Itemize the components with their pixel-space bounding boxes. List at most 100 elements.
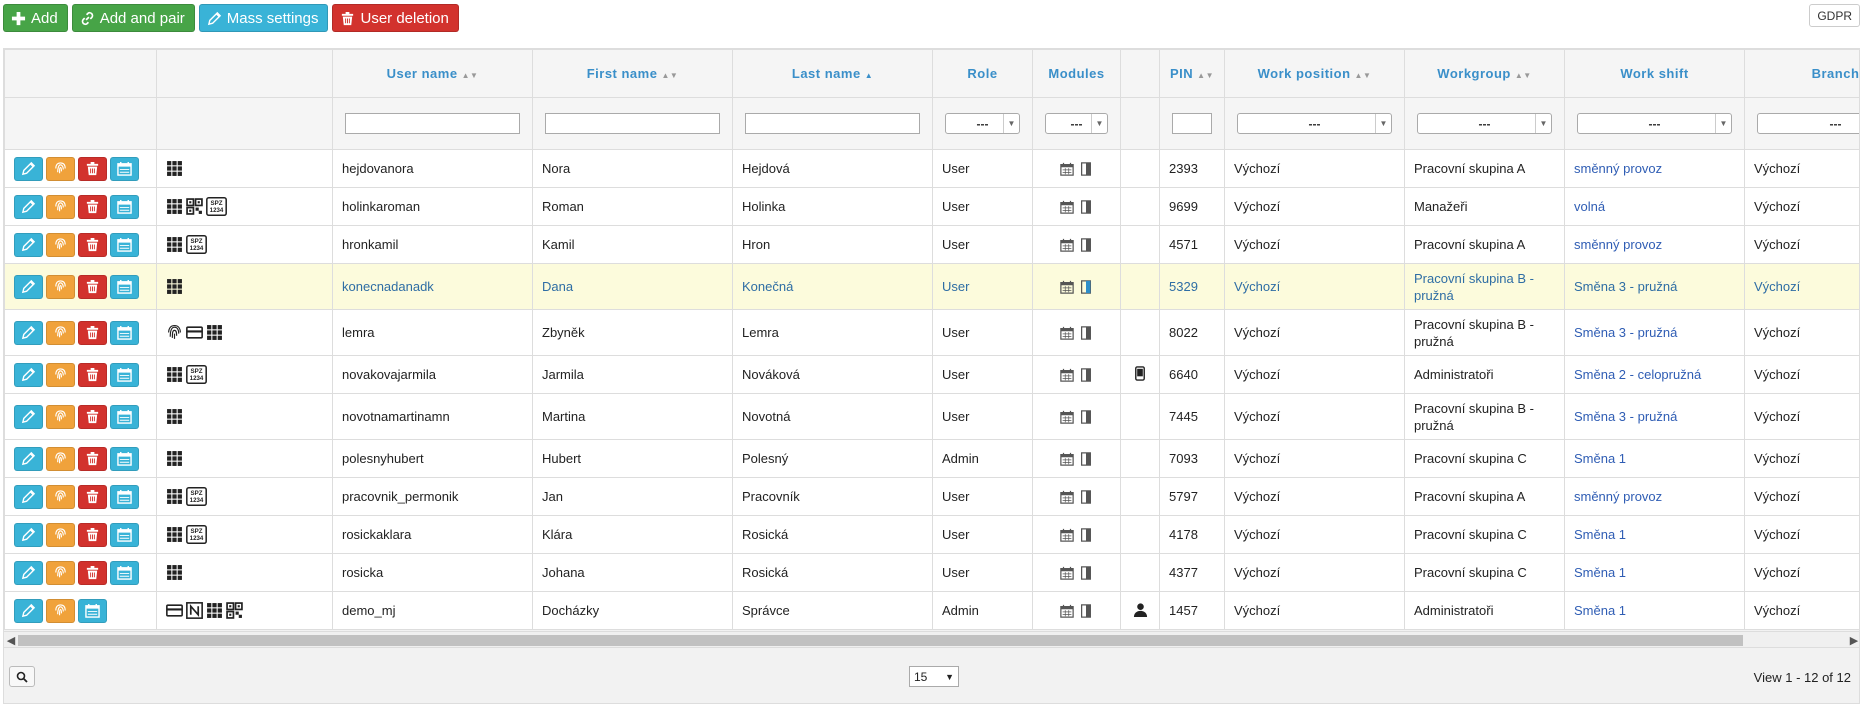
col-work-position[interactable]: Work position ▲▼	[1224, 49, 1405, 98]
calendar-button[interactable]	[110, 194, 139, 219]
filter-last-name-input[interactable]	[745, 113, 920, 134]
edit-button[interactable]	[14, 560, 43, 585]
work-shift-link[interactable]: Směna 3 - pružná	[1574, 279, 1677, 294]
user-deletion-button[interactable]: User deletion	[332, 4, 459, 32]
col-first-name[interactable]: First name ▲▼	[532, 49, 733, 98]
delete-button[interactable]	[78, 362, 107, 387]
calendar-button[interactable]	[110, 274, 139, 299]
fingerprint-button[interactable]	[46, 320, 75, 345]
filter-pin-input[interactable]	[1172, 113, 1212, 134]
search-button[interactable]	[9, 666, 35, 687]
edit-button[interactable]	[14, 598, 43, 623]
col-last-name[interactable]: Last name ▲	[732, 49, 933, 98]
calendar-button[interactable]	[110, 156, 139, 181]
fingerprint-button[interactable]	[46, 274, 75, 299]
fingerprint-button[interactable]	[46, 598, 75, 623]
calendar-button[interactable]	[110, 404, 139, 429]
table-row[interactable]: SPZ 1234 hronkamil Kamil Hron User 4571 Výchoz…	[4, 225, 1859, 264]
delete-button[interactable]	[78, 446, 107, 471]
delete-button[interactable]	[78, 274, 107, 299]
fingerprint-button[interactable]	[46, 404, 75, 429]
col-workgroup[interactable]: Workgroup ▲▼	[1404, 49, 1565, 98]
table-row[interactable]: lemra Zbyněk Lemra User 8022 Výchozí Pracovní…	[4, 309, 1859, 356]
col-work-shift[interactable]: Work shift	[1564, 49, 1745, 98]
work-shift-link[interactable]: směnný provoz	[1574, 161, 1662, 176]
work-shift-link[interactable]: Směna 1	[1574, 527, 1626, 542]
work-shift-link[interactable]: Směna 1	[1574, 603, 1626, 618]
filter-workgroup-select[interactable]: --- ▼	[1417, 113, 1552, 134]
work-shift-link[interactable]: volná	[1574, 199, 1605, 214]
calendar-button[interactable]	[110, 232, 139, 257]
edit-button[interactable]	[14, 194, 43, 219]
edit-button[interactable]	[14, 522, 43, 547]
calendar-button[interactable]	[110, 446, 139, 471]
table-row[interactable]: konecnadanadk Dana Konečná User 5329 Výchozí…	[4, 263, 1859, 310]
filter-work-position-select[interactable]: --- ▼	[1237, 113, 1392, 134]
filter-branch-select[interactable]: ---▼	[1757, 113, 1859, 134]
edit-button[interactable]	[14, 484, 43, 509]
fingerprint-button[interactable]	[46, 362, 75, 387]
edit-button[interactable]	[14, 404, 43, 429]
fingerprint-button[interactable]	[46, 522, 75, 547]
table-row[interactable]: polesnyhubert Hubert Polesný Admin 7093 Vých…	[4, 439, 1859, 478]
fingerprint-button[interactable]	[46, 446, 75, 471]
delete-button[interactable]	[78, 320, 107, 345]
col-modules[interactable]: Modules	[1032, 49, 1121, 98]
edit-button[interactable]	[14, 156, 43, 181]
fingerprint-button[interactable]	[46, 194, 75, 219]
mass-settings-button[interactable]: Mass settings	[198, 4, 329, 32]
filter-role-select[interactable]: --- ▼	[945, 113, 1020, 134]
horizontal-scrollbar[interactable]: ◀ ▶	[4, 631, 1859, 647]
filter-user-name-input[interactable]	[345, 113, 520, 134]
table-row[interactable]: hejdovanora Nora Hejdová User 2393 Výchozí Pr…	[4, 149, 1859, 188]
col-pin[interactable]: PIN ▲▼	[1159, 49, 1225, 98]
table-row[interactable]: SPZ 1234 rosickaklara Klára Rosická User 4178…	[4, 515, 1859, 554]
delete-button[interactable]	[78, 194, 107, 219]
calendar-button[interactable]	[110, 362, 139, 387]
work-shift-link[interactable]: Směna 3 - pružná	[1574, 409, 1677, 424]
work-shift-link[interactable]: Směna 1	[1574, 565, 1626, 580]
edit-button[interactable]	[14, 274, 43, 299]
page-size-select[interactable]: 15 ▼	[909, 666, 959, 687]
work-shift-link[interactable]: Směna 2 - celopružná	[1574, 367, 1701, 382]
table-row[interactable]: SPZ 1234 holinkaroman Roman Holinka User 9699…	[4, 187, 1859, 226]
delete-button[interactable]	[78, 484, 107, 509]
gdpr-button[interactable]: GDPR	[1809, 4, 1860, 27]
add-and-pair-button[interactable]: Add and pair	[71, 4, 195, 32]
fingerprint-button[interactable]	[46, 484, 75, 509]
delete-button[interactable]	[78, 156, 107, 181]
add-button[interactable]: Add	[3, 4, 68, 32]
scroll-left-icon[interactable]: ◀	[4, 632, 18, 647]
col-role[interactable]: Role	[932, 49, 1033, 98]
delete-button[interactable]	[78, 404, 107, 429]
work-shift-link[interactable]: směnný provoz	[1574, 489, 1662, 504]
work-shift-link[interactable]: Směna 3 - pružná	[1574, 325, 1677, 340]
table-row[interactable]: demo_mj Docházky Správce Admin 1457 Výchozí A…	[4, 591, 1859, 630]
calendar-button[interactable]	[110, 320, 139, 345]
table-row[interactable]: SPZ 1234 pracovnik_permonik Jan Pracovník Use…	[4, 477, 1859, 516]
edit-button[interactable]	[14, 232, 43, 257]
delete-button[interactable]	[78, 560, 107, 585]
calendar-button[interactable]	[110, 522, 139, 547]
fingerprint-button[interactable]	[46, 232, 75, 257]
fingerprint-button[interactable]	[46, 156, 75, 181]
table-row[interactable]: novotnamartinamn Martina Novotná User 7445 V…	[4, 393, 1859, 440]
table-row[interactable]: rosicka Johana Rosická User 4377 Výchozí Prac…	[4, 553, 1859, 592]
delete-button[interactable]	[78, 232, 107, 257]
calendar-button[interactable]	[78, 598, 107, 623]
work-shift-link[interactable]: směnný provoz	[1574, 237, 1662, 252]
col-branch[interactable]: Branch	[1744, 49, 1859, 98]
filter-first-name-input[interactable]	[545, 113, 720, 134]
col-user-name[interactable]: User name ▲▼	[332, 49, 533, 98]
calendar-button[interactable]	[110, 560, 139, 585]
filter-work-shift-select[interactable]: --- ▼	[1577, 113, 1732, 134]
fingerprint-button[interactable]	[46, 560, 75, 585]
table-row[interactable]: SPZ 1234 novakovajarmila Jarmila Nováková Use…	[4, 355, 1859, 394]
work-shift-link[interactable]: Směna 1	[1574, 451, 1626, 466]
scrollbar-thumb[interactable]	[18, 635, 1743, 646]
edit-button[interactable]	[14, 362, 43, 387]
filter-modules-select[interactable]: --- ▼	[1045, 113, 1108, 134]
edit-button[interactable]	[14, 446, 43, 471]
calendar-button[interactable]	[110, 484, 139, 509]
edit-button[interactable]	[14, 320, 43, 345]
